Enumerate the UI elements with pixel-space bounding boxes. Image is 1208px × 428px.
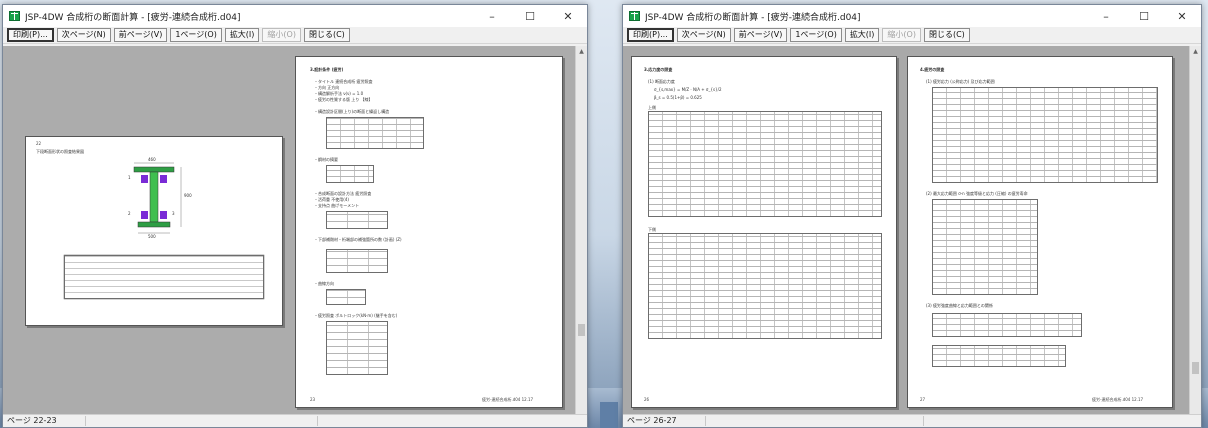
subsection-heading: (3) 疲労強度曲線と応力範囲との関係	[926, 303, 993, 308]
page-number: 22	[36, 141, 42, 146]
condition-item: ・合成断面の設計方法 疲労照査	[314, 191, 372, 196]
close-button[interactable]: ✕	[549, 5, 587, 27]
zoom-in-button[interactable]: 拡大(I)	[844, 28, 880, 42]
page-status: ページ 26-27	[627, 416, 677, 425]
window-title: JSP-4DW 合成桁の断面計算 - [疲労-連続合成桁.d04]	[645, 12, 861, 23]
fatigue-table	[326, 321, 388, 375]
page-footer: 疲労-連続合成桁.d04 12.17	[1092, 397, 1144, 402]
desktop-decor	[600, 402, 618, 428]
page-viewport[interactable]: 3.応力度の照査 (1) 断面応力度 σ_{s,max} = M/Z · N/A…	[623, 46, 1189, 414]
subsection-heading: (1) 断面応力度	[648, 79, 675, 84]
table-title: 下側	[648, 227, 656, 232]
close-button[interactable]: ✕	[1163, 5, 1201, 27]
zoom-in-button[interactable]: 拡大(I)	[224, 28, 260, 42]
status-bar: ページ 26-27	[623, 414, 1201, 427]
page-number: 26	[644, 397, 650, 402]
subsection-heading: (1) 疲労応力 (公称応力) 及び応力範囲	[926, 79, 995, 84]
steel-table	[326, 165, 374, 183]
sn-curve-table	[932, 313, 1082, 337]
section-heading: 3.設計条件 (疲労)	[310, 67, 344, 72]
vertical-scrollbar[interactable]: ▲	[1189, 46, 1201, 414]
fatigue-stress-table	[932, 87, 1158, 183]
close-preview-button[interactable]: 閉じる(C)	[923, 28, 970, 42]
label-c: 3	[172, 211, 175, 216]
table-title: 上側	[648, 105, 656, 110]
preview-toolbar: 印刷(P)... 次ページ(N) 前ページ(V) 1ページ(O) 拡大(I) 縮…	[3, 27, 587, 44]
minimize-button[interactable]: –	[473, 5, 511, 27]
label-a: 1	[128, 175, 131, 180]
page-23: 3.設計条件 (疲労) ・タイトル 連続合成桁 疲労照査 ・方向 正方向 ・構造…	[295, 56, 563, 408]
close-preview-button[interactable]: 閉じる(C)	[303, 28, 350, 42]
preview-window-1[interactable]: JSP-4DW 合成桁の断面計算 - [疲労-連続合成桁.d04] – ☐ ✕ …	[2, 4, 588, 428]
formula: σ_{s,max} = M/Z · N/A + σ_{s}/2	[654, 87, 722, 92]
condition-item: ・疲労照査 ボルトロック(kN·m) (継手を含む)	[314, 313, 398, 318]
dim-bottom-flange: 500	[148, 234, 156, 239]
moment-table	[326, 211, 388, 229]
one-page-button[interactable]: 1ページ(O)	[170, 28, 222, 42]
prev-page-button[interactable]: 前ページ(V)	[733, 28, 788, 42]
zoom-out-button: 縮小(O)	[882, 28, 921, 42]
label-b: 2	[128, 211, 131, 216]
zoom-out-button: 縮小(O)	[262, 28, 301, 42]
scroll-up-arrow[interactable]: ▲	[576, 46, 587, 57]
scroll-thumb[interactable]	[1192, 362, 1199, 374]
page-number: 27	[920, 397, 926, 402]
vertical-scrollbar[interactable]: ▲	[575, 46, 587, 414]
check-result-table	[64, 255, 264, 299]
preview-window-2[interactable]: JSP-4DW 合成桁の断面計算 - [疲労-連続合成桁.d04] – ☐ ✕ …	[622, 4, 1202, 428]
app-icon	[629, 11, 640, 21]
condition-table	[326, 117, 424, 149]
stress-table-lower	[648, 233, 882, 339]
page-27: 4.疲労の照査 (1) 疲労応力 (公称応力) 及び応力範囲 (2) 最大応力範…	[907, 56, 1173, 408]
next-page-button[interactable]: 次ページ(N)	[676, 28, 731, 42]
condition-item: ・タイトル 連続合成桁 疲労照査	[314, 79, 373, 84]
scroll-up-arrow[interactable]: ▲	[1190, 46, 1201, 57]
condition-item: ・方向 正方向	[314, 85, 340, 90]
page-22: 下段断面形状の照査結果図 460 900 500 1 2 3 22	[25, 136, 283, 326]
print-button[interactable]: 印刷(P)...	[7, 28, 54, 42]
page-viewport[interactable]: 下段断面形状の照査結果図 460 900 500 1 2 3 22 3.設計条件…	[3, 46, 575, 414]
page-status: ページ 22-23	[7, 416, 57, 425]
page-26: 3.応力度の照査 (1) 断面応力度 σ_{s,max} = M/Z · N/A…	[631, 56, 897, 408]
maximize-button[interactable]: ☐	[1125, 5, 1163, 27]
next-page-button[interactable]: 次ページ(N)	[56, 28, 111, 42]
title-bar[interactable]: JSP-4DW 合成桁の断面計算 - [疲労-連続合成桁.d04] – ☐ ✕	[3, 5, 587, 27]
condition-item: ・疲労の性質する版 上り 【線】	[314, 97, 373, 102]
page-number: 23	[310, 397, 316, 402]
curve-table	[326, 289, 366, 305]
one-page-button[interactable]: 1ページ(O)	[790, 28, 842, 42]
status-divider	[85, 416, 86, 426]
scroll-thumb[interactable]	[578, 324, 585, 336]
condition-item: ・活荷重 不使用(4)	[314, 197, 349, 202]
dim-web-height: 900	[184, 193, 192, 198]
preview-toolbar: 印刷(P)... 次ページ(N) 前ページ(V) 1ページ(O) 拡大(I) 縮…	[623, 27, 1201, 44]
status-divider	[317, 416, 318, 426]
condition-item: ・支持点 曲げモーメント	[314, 203, 360, 208]
prev-page-button[interactable]: 前ページ(V)	[113, 28, 168, 42]
subsection-heading: (2) 最大応力範囲 σ-n 強度等級と応力 (圧縮) の疲労寿命	[926, 191, 1028, 196]
condition-item: ・構造設計区間(上り)の断面と繰返し構造	[314, 109, 390, 114]
stress-range-table	[932, 199, 1038, 295]
window-title: JSP-4DW 合成桁の断面計算 - [疲労-連続合成桁.d04]	[25, 12, 241, 23]
page-footer: 疲労-連続合成桁.d04 12.17	[482, 397, 534, 402]
print-button[interactable]: 印刷(P)...	[627, 28, 674, 42]
maximize-button[interactable]: ☐	[511, 5, 549, 27]
dim-top-flange: 460	[148, 157, 156, 162]
condition-item: ・鋼材の摘要	[314, 157, 338, 162]
life-table	[932, 345, 1066, 367]
condition-item: ・構造解析手法 ν(ν) = 1.0	[314, 91, 364, 96]
stress-table-upper	[648, 111, 882, 217]
status-divider	[923, 416, 924, 426]
condition-item: ・曲線方向	[314, 281, 334, 286]
status-divider	[705, 416, 706, 426]
stiffener-table	[326, 249, 388, 273]
section-heading: 4.疲労の照査	[920, 67, 945, 72]
app-icon	[9, 11, 20, 21]
condition-item: ・下部補剛材・桁端部の補強箇所の数 (計画) (Z)	[314, 237, 402, 242]
title-bar[interactable]: JSP-4DW 合成桁の断面計算 - [疲労-連続合成桁.d04] – ☐ ✕	[623, 5, 1201, 27]
status-bar: ページ 22-23	[3, 414, 587, 427]
minimize-button[interactable]: –	[1087, 5, 1125, 27]
section-heading: 3.応力度の照査	[644, 67, 673, 72]
formula: β_s = 0.5(1+β) = 0.625	[654, 95, 702, 100]
